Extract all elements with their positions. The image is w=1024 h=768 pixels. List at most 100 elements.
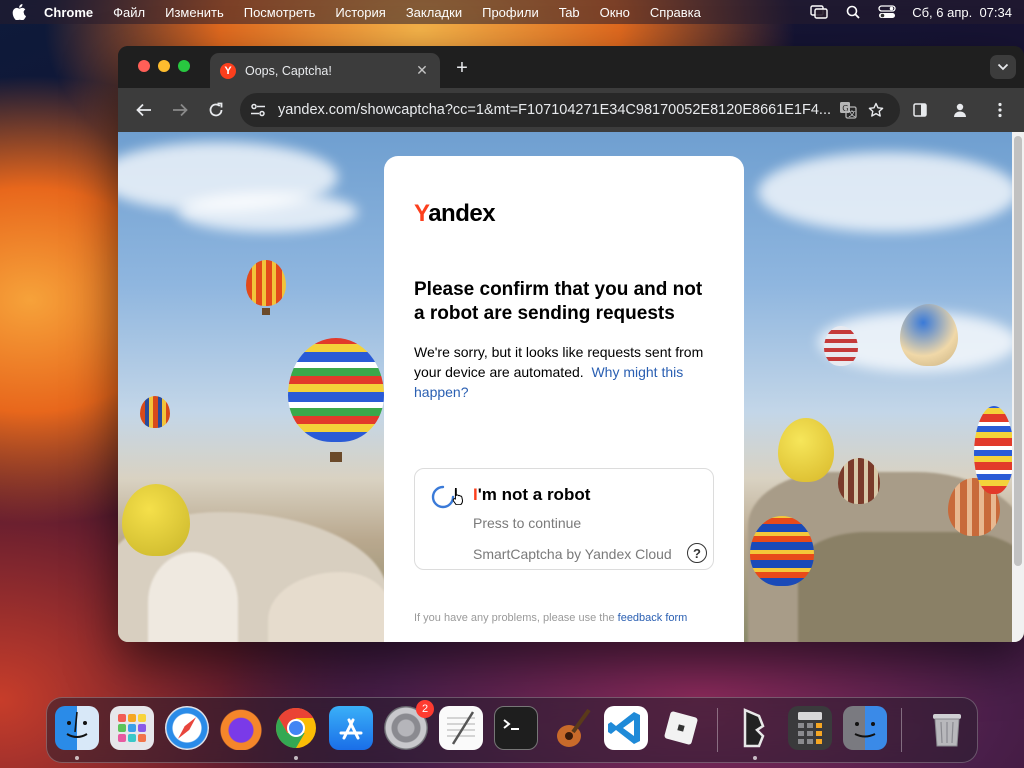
dock-running-indicator — [294, 756, 298, 760]
hot-air-balloon — [288, 338, 384, 442]
logo-letter-y: Y — [414, 200, 429, 227]
hand-pointer-cursor-icon — [451, 487, 465, 510]
captcha-brand: SmartCaptcha by Yandex Cloud — [473, 546, 672, 562]
hot-air-balloon — [974, 406, 1014, 494]
dock-separator — [717, 708, 718, 752]
captcha-subtitle: Press to continue — [473, 515, 582, 531]
page-title: Please confirm that you and not a robot … — [414, 279, 703, 324]
captcha-title-rest: 'm not a robot — [477, 485, 591, 504]
dock-trash-icon[interactable] — [925, 706, 969, 750]
menu-file[interactable]: Файл — [113, 5, 145, 20]
cloud — [758, 152, 1018, 232]
menu-bar: Chrome Файл Изменить Посмотреть История … — [0, 0, 1024, 24]
apple-menu-icon[interactable] — [12, 4, 26, 20]
description-text: We're sorry, but it looks like requests … — [414, 342, 714, 402]
menu-window[interactable]: Окно — [600, 5, 630, 20]
bookmark-star-icon[interactable] — [862, 102, 890, 118]
dock-app-store-icon[interactable] — [329, 706, 373, 750]
dock-launchpad-icon[interactable] — [110, 706, 154, 750]
dock-bluestacks-icon[interactable] — [733, 706, 777, 750]
translate-icon[interactable]: G文 — [834, 101, 862, 119]
footer-note: If you have any problems, please use the… — [414, 610, 714, 626]
dock-separator — [901, 708, 902, 752]
yandex-logo[interactable]: Yandex — [414, 200, 714, 228]
minimize-window-button[interactable] — [158, 60, 170, 72]
cloud — [178, 192, 358, 232]
side-panel-icon[interactable] — [902, 94, 938, 126]
dock-safari-icon[interactable] — [165, 706, 209, 750]
dock-migration-assistant-icon[interactable] — [843, 706, 887, 750]
dock-vscode-icon[interactable] — [604, 706, 648, 750]
balloon-basket — [262, 308, 270, 315]
zoom-window-button[interactable] — [178, 60, 190, 72]
dock: 2 — [46, 697, 978, 763]
hot-air-balloon — [122, 484, 190, 556]
address-bar[interactable]: yandex.com/showcaptcha?cc=1&mt=F10710427… — [240, 93, 900, 127]
menu-edit[interactable]: Изменить — [165, 5, 224, 20]
yandex-favicon-icon: Y — [220, 62, 236, 79]
captcha-title[interactable]: I'm not a robot — [473, 485, 590, 505]
profile-avatar-icon[interactable] — [942, 94, 978, 126]
browser-toolbar: yandex.com/showcaptcha?cc=1&mt=F10710427… — [118, 88, 1024, 132]
dock-garageband-icon[interactable] — [549, 706, 593, 750]
back-button[interactable] — [126, 94, 162, 126]
rock-formation — [798, 532, 1024, 642]
hot-air-balloon — [824, 326, 858, 366]
reload-button[interactable] — [198, 94, 234, 126]
dock-running-indicator — [753, 756, 757, 760]
dock-terminal-icon[interactable] — [494, 706, 538, 750]
menu-help[interactable]: Справка — [650, 5, 701, 20]
spotlight-search-icon[interactable] — [844, 5, 862, 19]
tab-strip: Y Oops, Captcha! ✕ + — [118, 46, 1024, 88]
notification-badge: 2 — [416, 700, 434, 718]
hot-air-balloon — [778, 418, 834, 482]
captcha-card: Yandex Please confirm that you and not a… — [384, 156, 744, 642]
app-menu-chrome[interactable]: Chrome — [44, 5, 93, 20]
close-window-button[interactable] — [138, 60, 150, 72]
dock-textedit-icon[interactable] — [439, 706, 483, 750]
svg-text:G: G — [842, 104, 848, 113]
url-text[interactable]: yandex.com/showcaptcha?cc=1&mt=F10710427… — [278, 102, 834, 118]
dock-roblox-icon[interactable] — [659, 706, 703, 750]
control-center-icon[interactable] — [878, 5, 896, 19]
menu-tab[interactable]: Tab — [559, 5, 580, 20]
screen-mirroring-icon[interactable] — [810, 5, 828, 19]
dock-calculator-icon[interactable] — [788, 706, 832, 750]
dock-system-settings-icon[interactable]: 2 — [384, 700, 434, 750]
rock-formation — [148, 552, 238, 642]
menu-bookmarks[interactable]: Закладки — [406, 5, 462, 20]
dock-running-indicator — [75, 756, 79, 760]
svg-text:文: 文 — [849, 109, 856, 118]
dock-chrome-icon[interactable] — [274, 706, 318, 750]
menu-profiles[interactable]: Профили — [482, 5, 539, 20]
browser-tab-active[interactable]: Y Oops, Captcha! ✕ — [210, 53, 440, 88]
logo-rest: andex — [428, 200, 496, 227]
smartcaptcha-widget[interactable]: I'm not a robot Press to continue SmartC… — [414, 468, 714, 570]
hot-air-balloon — [140, 396, 170, 428]
help-icon[interactable]: ? — [687, 543, 707, 563]
hot-air-balloon — [750, 516, 814, 586]
page-viewport: Yandex Please confirm that you and not a… — [118, 132, 1024, 642]
window-controls — [138, 60, 190, 72]
dock-finder-icon[interactable] — [55, 706, 99, 750]
hot-air-balloon — [246, 260, 286, 306]
browser-window: Y Oops, Captcha! ✕ + yandex.com/showcapt… — [118, 46, 1024, 642]
tab-title: Oops, Captcha! — [245, 63, 332, 78]
dock-firefox-icon[interactable] — [219, 706, 263, 750]
feedback-form-link[interactable]: feedback form — [618, 612, 688, 624]
footer-text: If you have any problems, please use the — [414, 612, 615, 624]
site-info-icon[interactable] — [250, 103, 270, 117]
close-tab-icon[interactable]: ✕ — [414, 62, 430, 79]
hot-air-balloon — [900, 304, 958, 366]
menu-view[interactable]: Посмотреть — [244, 5, 316, 20]
new-tab-button[interactable]: + — [452, 57, 472, 80]
balloon-basket — [330, 452, 342, 462]
scrollbar-thumb[interactable] — [1014, 136, 1022, 566]
tab-search-button[interactable] — [990, 55, 1016, 79]
forward-button[interactable] — [162, 94, 198, 126]
page-scrollbar[interactable] — [1012, 132, 1024, 642]
menu-history[interactable]: История — [335, 5, 385, 20]
menubar-clock[interactable]: Сб, 6 апр. 07:34 — [912, 5, 1012, 20]
hot-air-balloon — [838, 458, 880, 504]
chrome-menu-icon[interactable] — [982, 94, 1018, 126]
